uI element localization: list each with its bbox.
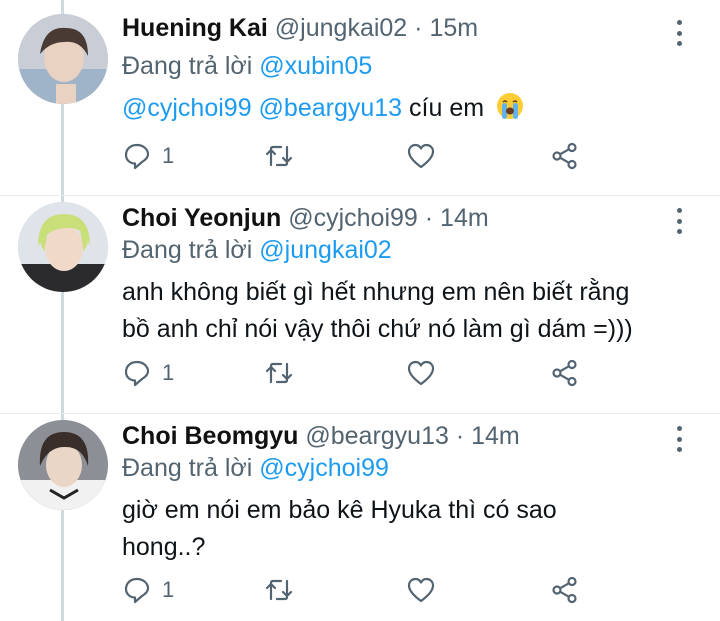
tweet-choi-yeonjun[interactable]: Choi Yeonjun @cyjchoi99 · 14m Đang trả l…: [0, 196, 720, 414]
reply-button[interactable]: 1: [122, 141, 174, 171]
share-button[interactable]: [550, 358, 580, 388]
replying-label: Đang trả lời: [122, 236, 253, 264]
avatar[interactable]: [18, 202, 108, 292]
tweet-header: Huening Kai @jungkai02 · 15m: [122, 14, 478, 43]
tweet-actions: 1: [122, 141, 592, 173]
body-line: hong..?: [122, 533, 206, 561]
retweet-icon: [265, 362, 293, 384]
display-name[interactable]: Choi Yeonjun: [122, 204, 281, 232]
reply-count: 1: [162, 143, 175, 168]
share-icon: [552, 359, 577, 387]
tweet-text: @cyjchoi99 @beargyu13 cíu em: [122, 90, 682, 127]
body-line: giờ em nói em bảo kê Hyuka thì có sao: [122, 496, 557, 524]
like-icon: [407, 143, 435, 169]
display-name[interactable]: Huening Kai: [122, 14, 268, 42]
retweet-icon: [265, 145, 293, 167]
reply-count: 1: [162, 577, 175, 602]
reply-icon: [124, 143, 150, 170]
body-line: bồ anh chỉ nói vậy thôi chứ nó làm gì dá…: [122, 315, 633, 343]
tweet-header: Choi Beomgyu @beargyu13 · 14m: [122, 422, 520, 451]
like-button[interactable]: [406, 358, 436, 388]
replying-mention[interactable]: @cyjchoi99: [259, 454, 389, 482]
display-name[interactable]: Choi Beomgyu: [122, 422, 298, 450]
like-button[interactable]: [406, 141, 436, 171]
retweet-button[interactable]: [264, 358, 294, 388]
reply-icon: [124, 577, 150, 604]
share-icon: [552, 576, 577, 604]
reply-icon: [124, 360, 150, 387]
more-options-icon[interactable]: [676, 208, 682, 234]
retweet-button[interactable]: [264, 141, 294, 171]
replying-to: Đang trả lời @cyjchoi99: [122, 454, 389, 483]
more-options-icon[interactable]: [676, 20, 682, 46]
more-options-icon[interactable]: [676, 426, 682, 452]
user-handle[interactable]: @jungkai02: [275, 14, 407, 42]
replying-to: Đang trả lời @jungkai02: [122, 236, 392, 265]
reply-count: 1: [162, 360, 175, 385]
loudly-crying-face-icon: [497, 93, 524, 119]
reply-button[interactable]: 1: [122, 575, 174, 605]
reply-button[interactable]: 1: [122, 358, 174, 388]
replying-to: Đang trả lời @xubin05: [122, 52, 372, 81]
user-handle[interactable]: @cyjchoi99: [288, 204, 418, 232]
tweet-huening-kai[interactable]: Huening Kai @jungkai02 · 15m Đang trả lờ…: [0, 0, 720, 196]
tweet-choi-beomgyu[interactable]: Choi Beomgyu @beargyu13 · 14m Đang trả l…: [0, 414, 720, 621]
body-text: cíu em: [402, 94, 485, 122]
tweet-actions: 1: [122, 575, 592, 607]
replying-label: Đang trả lời: [122, 52, 253, 80]
timestamp[interactable]: · 14m: [425, 204, 489, 232]
body-mentions[interactable]: @cyjchoi99 @beargyu13: [122, 94, 402, 122]
body-line: anh không biết gì hết nhưng em nên biết …: [122, 278, 630, 306]
replying-mention[interactable]: @jungkai02: [259, 236, 391, 264]
like-button[interactable]: [406, 575, 436, 605]
timestamp[interactable]: · 14m: [456, 422, 520, 450]
tweet-text: giờ em nói em bảo kê Hyuka thì có sao ho…: [122, 492, 682, 566]
avatar[interactable]: [18, 14, 108, 104]
share-button[interactable]: [550, 575, 580, 605]
retweet-icon: [265, 579, 293, 601]
tweet-header: Choi Yeonjun @cyjchoi99 · 14m: [122, 204, 489, 233]
tweet-actions: 1: [122, 358, 592, 390]
timestamp[interactable]: · 15m: [414, 14, 478, 42]
tweet-text: anh không biết gì hết nhưng em nên biết …: [122, 274, 682, 348]
retweet-button[interactable]: [264, 575, 294, 605]
share-button[interactable]: [550, 141, 580, 171]
avatar[interactable]: [18, 420, 108, 510]
share-icon: [552, 142, 577, 170]
replying-mention[interactable]: @xubin05: [259, 52, 372, 80]
user-handle[interactable]: @beargyu13: [305, 422, 449, 450]
like-icon: [407, 577, 435, 603]
like-icon: [407, 360, 435, 386]
replying-label: Đang trả lời: [122, 454, 253, 482]
